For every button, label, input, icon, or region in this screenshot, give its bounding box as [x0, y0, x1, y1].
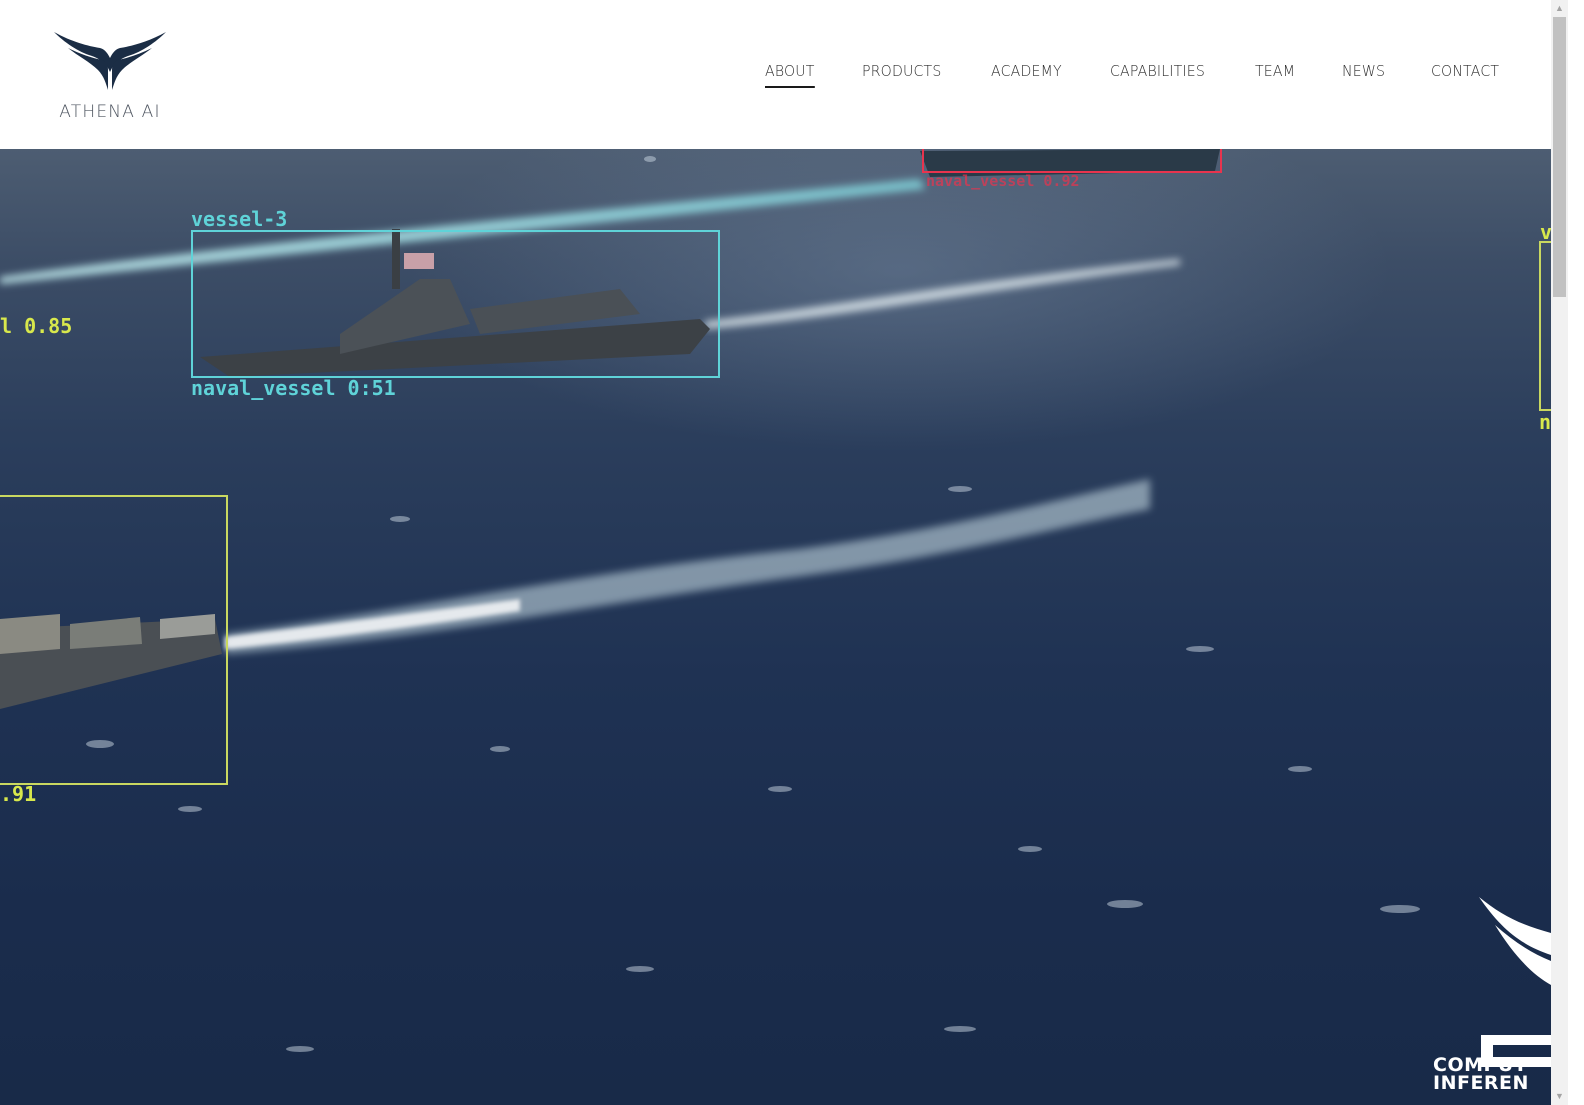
nav-capabilities[interactable]: CAPABILITIES — [1110, 62, 1205, 88]
wake-destroyer — [705, 259, 1180, 329]
detection-class-label: naval_vessel 0:51 — [191, 376, 396, 400]
brand-logo-link[interactable]: ATHENA AI — [52, 28, 168, 124]
nav-team[interactable]: TEAM — [1255, 62, 1295, 88]
page-viewport: ATHENA AI ABOUT PRODUCTS ACADEMY CAPABIL… — [0, 0, 1551, 1105]
detection-box-carrier — [922, 149, 1222, 173]
scroll-thumb[interactable] — [1553, 17, 1566, 297]
detection-box-frigate — [0, 495, 228, 785]
site-header: ATHENA AI ABOUT PRODUCTS ACADEMY CAPABIL… — [0, 0, 1551, 149]
scroll-down-arrow-icon[interactable]: ▼ — [1551, 1088, 1568, 1105]
detection-class-label: .91 — [0, 782, 37, 806]
detection-id-label: v — [1540, 220, 1551, 244]
partner-logo-line2: INFEREN — [1433, 1072, 1529, 1094]
detection-class-label: l 0.85 — [0, 314, 73, 338]
window-edge — [1568, 0, 1584, 1105]
scroll-up-arrow-icon[interactable]: ▲ — [1551, 0, 1568, 17]
main-nav: ABOUT PRODUCTS ACADEMY CAPABILITIES TEAM… — [765, 62, 1504, 88]
detection-id-label: vessel-3 — [191, 207, 288, 231]
vertical-scrollbar[interactable]: ▲ ▼ — [1551, 0, 1568, 1105]
hero-video: vessel-3 naval_vessel 0:51 l 0.85 .91 v … — [0, 149, 1551, 1105]
nav-about[interactable]: ABOUT — [765, 62, 815, 88]
detection-class-label: naval_vessel 0.92 — [926, 172, 1080, 190]
nav-contact[interactable]: CONTACT — [1431, 62, 1499, 88]
detection-box-right — [1539, 241, 1551, 411]
detection-class-label: n — [1539, 410, 1551, 434]
athena-logo-icon — [54, 32, 166, 90]
detection-box-vessel-3 — [191, 230, 720, 378]
nav-products[interactable]: PRODUCTS — [862, 62, 941, 88]
brand-name: ATHENA AI — [59, 102, 161, 122]
nav-academy[interactable]: ACADEMY — [991, 62, 1062, 88]
nav-news[interactable]: NEWS — [1342, 62, 1385, 88]
